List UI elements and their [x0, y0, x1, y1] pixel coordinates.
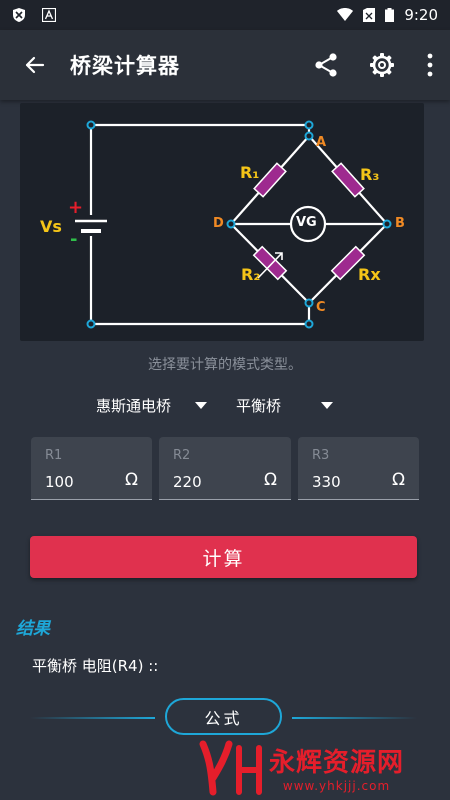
- wifi-icon: [337, 8, 354, 21]
- r3-field-label: R3: [312, 448, 330, 463]
- node-a-label: A: [316, 135, 327, 150]
- share-icon: [315, 53, 337, 77]
- bridge-type-select[interactable]: 惠斯通电桥: [96, 393, 216, 417]
- divider-right: [292, 717, 417, 719]
- bridge-diagram: Vs + - R₁ R₃ R₂ Rx VG A B C D: [20, 103, 424, 341]
- status-bar: 9:20: [0, 0, 450, 30]
- r1-label: R₁: [240, 163, 260, 182]
- app-bar: 桥梁计算器: [0, 30, 450, 100]
- chevron-down-icon: [321, 402, 333, 409]
- node-b-label: B: [395, 216, 405, 231]
- mode-value: 平衡桥: [236, 396, 282, 415]
- plus-sign: +: [68, 197, 84, 218]
- result-r4: 平衡桥 电阻(R4) ::: [32, 657, 159, 675]
- formula-button[interactable]: 公式: [165, 698, 282, 735]
- node-c-label: C: [316, 300, 326, 315]
- yh-logo-icon: [199, 740, 262, 795]
- r1-field[interactable]: R1 100 Ω: [31, 437, 152, 500]
- r2-field[interactable]: R2 220 Ω: [159, 437, 291, 500]
- r3-label: R₃: [360, 165, 380, 184]
- calculate-button[interactable]: 计算: [30, 536, 417, 578]
- bridge-type-value: 惠斯通电桥: [96, 396, 172, 415]
- r1-field-value[interactable]: 100: [45, 473, 74, 491]
- arrow-back-icon: [25, 56, 45, 74]
- r3-field-unit: Ω: [392, 470, 405, 490]
- settings-button[interactable]: [354, 30, 410, 100]
- r1-field-label: R1: [45, 448, 63, 463]
- more-vert-icon: [427, 53, 433, 77]
- r2-label: R₂: [241, 265, 261, 284]
- no-sim-icon: [363, 8, 376, 22]
- rx-label: Rx: [358, 265, 381, 284]
- mode-select[interactable]: 平衡桥: [236, 393, 336, 417]
- minus-sign: -: [70, 229, 78, 250]
- r2-field-value[interactable]: 220: [173, 473, 202, 491]
- status-time: 9:20: [404, 6, 438, 24]
- battery-icon: [385, 8, 395, 22]
- node-d-label: D: [213, 216, 224, 231]
- results-title: 结果: [16, 619, 50, 639]
- r2-field-unit: Ω: [264, 470, 277, 490]
- font-a-icon: [42, 8, 56, 22]
- watermark-text: 永辉资源网: [269, 748, 405, 778]
- r3-field[interactable]: R3 330 Ω: [298, 437, 419, 500]
- r1-field-unit: Ω: [125, 470, 138, 490]
- vg-label: VG: [296, 215, 317, 230]
- page-title: 桥梁计算器: [70, 54, 180, 78]
- shield-icon: [13, 8, 25, 22]
- r3-field-value[interactable]: 330: [312, 473, 341, 491]
- gear-icon: [370, 53, 394, 77]
- vs-label: Vs: [40, 217, 62, 236]
- chevron-down-icon: [195, 402, 207, 409]
- more-button[interactable]: [410, 30, 450, 100]
- watermark-logo: 永辉资源网 www.yhkjjj.com: [195, 735, 450, 800]
- divider-left: [30, 717, 155, 719]
- share-button[interactable]: [298, 30, 354, 100]
- back-button[interactable]: [0, 30, 70, 100]
- mode-hint: 选择要计算的模式类型。: [148, 357, 302, 373]
- watermark-url: www.yhkjjj.com: [282, 779, 391, 793]
- r2-field-label: R2: [173, 448, 191, 463]
